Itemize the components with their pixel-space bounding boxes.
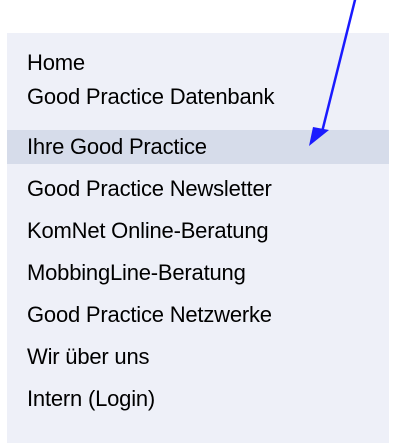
nav-link-home[interactable]: Home [7,46,389,80]
navigation-panel: Home Good Practice Datenbank Ihre Good P… [7,33,389,443]
nav-item-ihre-good-practice[interactable]: Ihre Good Practice [7,130,389,164]
nav-item-good-practice-netzwerke[interactable]: Good Practice Netzwerke [7,298,389,332]
nav-link-good-practice-newsletter[interactable]: Good Practice Newsletter [7,172,389,206]
nav-link-good-practice-netzwerke[interactable]: Good Practice Netzwerke [7,298,389,332]
nav-item-wir-ueber-uns[interactable]: Wir über uns [7,340,389,374]
nav-item-mobbingline-beratung[interactable]: MobbingLine-Beratung [7,256,389,290]
nav-item-good-practice-datenbank[interactable]: Good Practice Datenbank [7,80,389,114]
nav-item-intern-login[interactable]: Intern (Login) [7,382,389,416]
nav-link-ihre-good-practice[interactable]: Ihre Good Practice [7,130,389,164]
nav-link-wir-ueber-uns[interactable]: Wir über uns [7,340,389,374]
nav-link-intern-login[interactable]: Intern (Login) [7,382,389,416]
nav-item-good-practice-newsletter[interactable]: Good Practice Newsletter [7,172,389,206]
nav-link-mobbingline-beratung[interactable]: MobbingLine-Beratung [7,256,389,290]
nav-link-good-practice-datenbank[interactable]: Good Practice Datenbank [7,80,389,114]
nav-item-komnet-online-beratung[interactable]: KomNet Online-Beratung [7,214,389,248]
nav-item-home[interactable]: Home [7,46,389,80]
nav-link-komnet-online-beratung[interactable]: KomNet Online-Beratung [7,214,389,248]
